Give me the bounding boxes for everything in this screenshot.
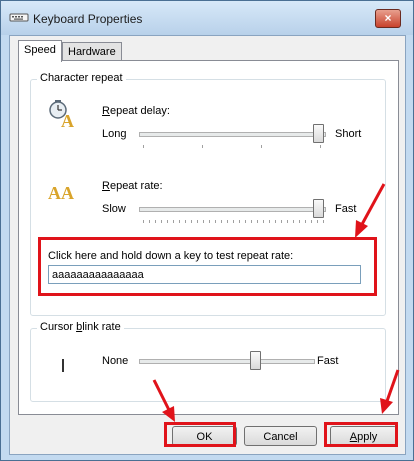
repeat-rate-tick bbox=[323, 220, 324, 223]
close-icon: × bbox=[384, 11, 392, 25]
cursor-preview-icon bbox=[62, 359, 64, 372]
close-button[interactable]: × bbox=[375, 9, 401, 28]
annotation-box-apply bbox=[324, 422, 398, 447]
repeat-delay-max-label: Short bbox=[335, 128, 362, 140]
repeat-rate-tick bbox=[155, 220, 156, 223]
repeat-rate-tick bbox=[197, 220, 198, 223]
cancel-button[interactable]: Cancel bbox=[244, 426, 317, 446]
character-repeat-title: Character repeat bbox=[37, 72, 126, 84]
annotation-arrow-apply-icon bbox=[380, 369, 400, 414]
title-bar: Keyboard Properties × bbox=[1, 1, 413, 35]
annotation-arrow-test-area-icon bbox=[355, 183, 386, 238]
annotation-box-ok bbox=[164, 422, 236, 447]
repeat-delay-ticks bbox=[143, 145, 323, 149]
repeat-rate-tick bbox=[191, 220, 192, 223]
cursor-blink-slider-track[interactable] bbox=[139, 359, 315, 364]
repeat-rate-tick bbox=[263, 220, 264, 223]
repeat-delay-label-rest: epeat delay: bbox=[109, 105, 170, 117]
annotation-box-test-area bbox=[38, 237, 377, 296]
repeat-rate-tick bbox=[239, 220, 240, 223]
repeat-rate-tick bbox=[227, 220, 228, 223]
repeat-rate-tick bbox=[143, 220, 144, 223]
svg-text:A: A bbox=[61, 183, 74, 203]
svg-text:A: A bbox=[48, 183, 61, 203]
repeat-delay-icon: A bbox=[49, 100, 74, 128]
repeat-rate-tick bbox=[245, 220, 246, 223]
cursor-blink-slider-thumb[interactable] bbox=[250, 351, 261, 370]
repeat-rate-tick bbox=[185, 220, 186, 223]
repeat-rate-tick bbox=[221, 220, 222, 223]
repeat-delay-accel: R bbox=[102, 105, 110, 117]
repeat-rate-tick bbox=[287, 220, 288, 223]
cursor-blink-group: Cursor blink rate None Fast bbox=[30, 321, 386, 402]
repeat-rate-slider-thumb[interactable] bbox=[313, 199, 324, 218]
repeat-rate-tick bbox=[167, 220, 168, 223]
window-title: Keyboard Properties bbox=[33, 12, 143, 26]
repeat-rate-tick bbox=[311, 220, 312, 223]
repeat-rate-tick bbox=[173, 220, 174, 223]
annotation-arrow-ok-icon bbox=[152, 379, 175, 422]
tab-hardware[interactable]: Hardware bbox=[62, 42, 122, 61]
repeat-rate-tick bbox=[209, 220, 210, 223]
repeat-rate-tick bbox=[293, 220, 294, 223]
repeat-rate-slider-track[interactable] bbox=[139, 207, 326, 212]
repeat-delay-min-label: Long bbox=[102, 128, 127, 140]
repeat-rate-tick bbox=[269, 220, 270, 223]
repeat-rate-label: Repeat rate: bbox=[102, 180, 163, 192]
cursor-blink-title-pre: Cursor bbox=[40, 321, 77, 333]
repeat-rate-tick bbox=[275, 220, 276, 223]
repeat-rate-label-rest: epeat rate: bbox=[109, 180, 163, 192]
repeat-rate-tick bbox=[251, 220, 252, 223]
keyboard-icon bbox=[9, 13, 29, 22]
cursor-blink-title-rest: link rate bbox=[82, 321, 121, 333]
repeat-rate-tick bbox=[161, 220, 162, 223]
tab-hardware-label: Hardware bbox=[68, 46, 116, 58]
repeat-rate-tick bbox=[233, 220, 234, 223]
tab-speed[interactable]: Speed bbox=[18, 40, 62, 62]
repeat-rate-tick bbox=[299, 220, 300, 223]
repeat-rate-tick bbox=[281, 220, 282, 223]
repeat-rate-min-label: Slow bbox=[102, 203, 126, 215]
repeat-delay-slider-thumb[interactable] bbox=[313, 124, 324, 143]
tab-speed-label: Speed bbox=[24, 44, 56, 56]
repeat-rate-tick bbox=[215, 220, 216, 223]
svg-text:A: A bbox=[61, 111, 74, 128]
cursor-blink-min-label: None bbox=[102, 355, 129, 367]
repeat-rate-tick bbox=[179, 220, 180, 223]
repeat-rate-accel: R bbox=[102, 180, 110, 192]
repeat-rate-tick bbox=[257, 220, 258, 223]
repeat-rate-tick bbox=[149, 220, 150, 223]
cursor-blink-title: Cursor blink rate bbox=[37, 321, 124, 333]
repeat-rate-icon: A A bbox=[48, 183, 74, 203]
repeat-rate-tick bbox=[305, 220, 306, 223]
repeat-delay-slider-track[interactable] bbox=[139, 132, 326, 137]
cursor-blink-max-label: Fast bbox=[317, 355, 339, 367]
repeat-rate-tick bbox=[317, 220, 318, 223]
repeat-delay-label: Repeat delay: bbox=[102, 105, 170, 117]
repeat-rate-ticks bbox=[143, 220, 324, 224]
repeat-rate-tick bbox=[203, 220, 204, 223]
